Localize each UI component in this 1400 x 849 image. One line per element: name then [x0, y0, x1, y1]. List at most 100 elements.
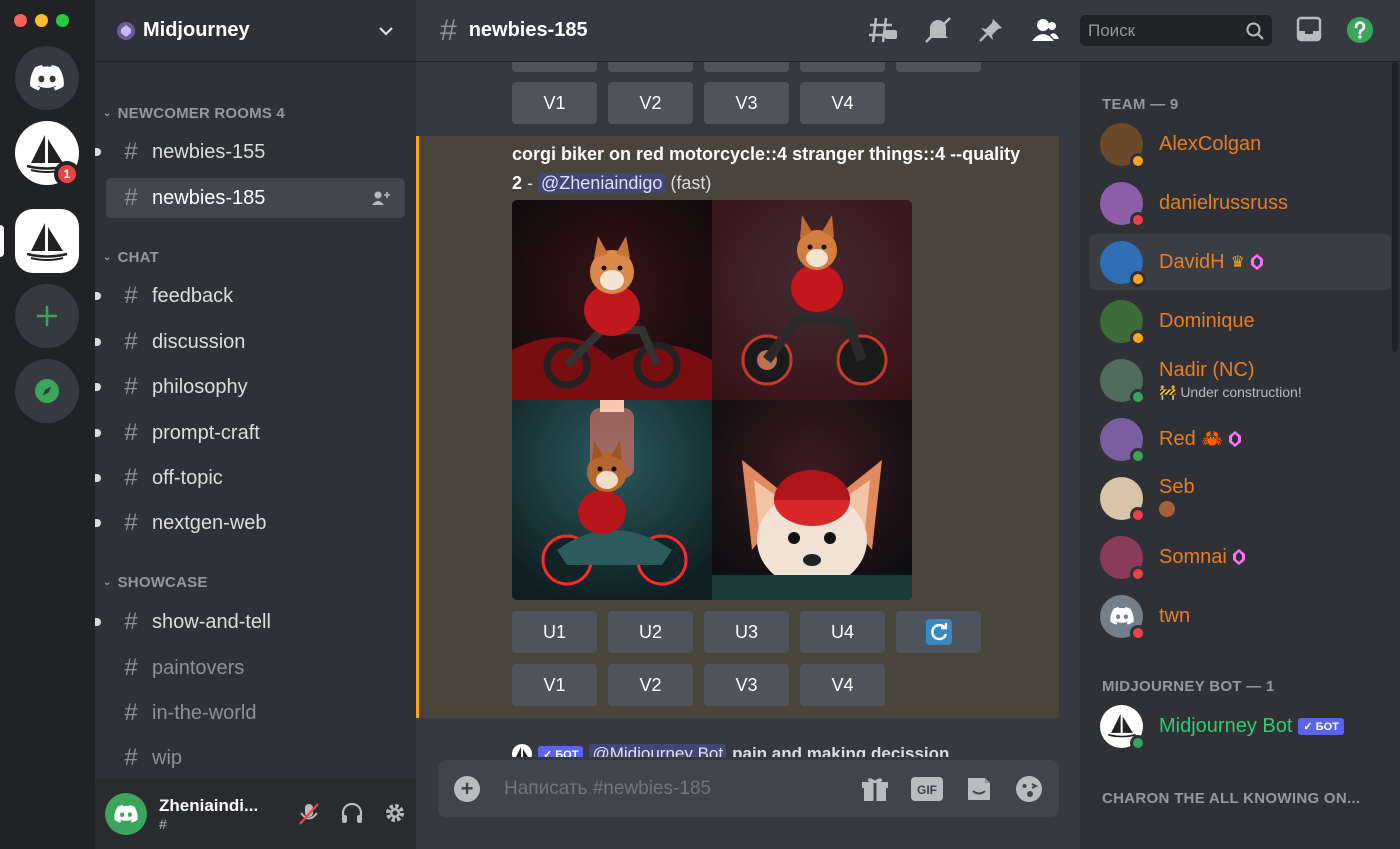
inbox-icon[interactable]: [1296, 16, 1322, 42]
channel-wip[interactable]: # wip: [106, 738, 405, 778]
thread-channel-icon: #: [124, 419, 138, 446]
attach-button[interactable]: +: [454, 775, 480, 802]
gear-icon[interactable]: [384, 802, 406, 824]
status-online-icon: [1130, 734, 1146, 751]
prev-button[interactable]: [800, 62, 885, 72]
header-toolbar: [868, 16, 1060, 44]
category-showcase[interactable]: ⌄ SHOWCASE: [103, 574, 208, 591]
category-newcomer-rooms[interactable]: ⌄ NEWCOMER ROOMS 4: [103, 105, 285, 122]
variation-button-2[interactable]: V2: [608, 82, 693, 124]
member-item[interactable]: danielrussruss: [1090, 175, 1391, 231]
help-icon[interactable]: [1346, 16, 1374, 44]
channel-paintovers[interactable]: # paintovers: [106, 648, 405, 688]
channel-show-and-tell[interactable]: # show-and-tell: [95, 602, 405, 642]
add-server-button[interactable]: [15, 284, 79, 348]
zoom-window-button[interactable]: [56, 14, 69, 27]
user-info[interactable]: Zheniaindi... #: [159, 796, 258, 832]
hash-icon: #: [124, 282, 138, 309]
close-window-button[interactable]: [14, 14, 27, 27]
variation-button-1[interactable]: V1: [512, 82, 597, 124]
member-item[interactable]: twn: [1090, 588, 1391, 644]
image-grid[interactable]: [512, 200, 912, 600]
generated-image-2[interactable]: [712, 200, 912, 400]
thread-channel-icon: #: [124, 184, 138, 211]
emoji-icon[interactable]: [1015, 775, 1043, 803]
channel-header: # newbies-185 Поиск: [416, 0, 1400, 62]
member-item[interactable]: Dominique: [1090, 293, 1391, 349]
message-composer[interactable]: + Написать #newbies-185 GIF: [438, 760, 1059, 817]
member-list-icon[interactable]: [1030, 17, 1060, 43]
sailboat-icon: [512, 744, 532, 757]
search-placeholder: Поиск: [1088, 20, 1136, 40]
custom-status: 🚧 Under construction!: [1159, 384, 1302, 400]
channel-discussion[interactable]: # discussion: [95, 322, 405, 362]
user-mention[interactable]: @Zheniaindigo: [538, 173, 666, 193]
variation-button-3[interactable]: V3: [704, 82, 789, 124]
gift-icon[interactable]: [861, 776, 889, 802]
message-input[interactable]: Написать #newbies-185: [504, 778, 861, 800]
upscale-button-2[interactable]: U2: [608, 611, 693, 653]
search-icon: [1246, 22, 1264, 40]
channel-off-topic[interactable]: # off-topic: [95, 458, 405, 498]
reroll-button[interactable]: [896, 611, 981, 653]
bot-mention[interactable]: @Midjourney Bot: [589, 744, 727, 757]
member-item[interactable]: Midjourney Bot ✓ БОТ: [1090, 698, 1391, 754]
channel-newbies-185[interactable]: # newbies-185: [106, 178, 405, 218]
generated-image-3[interactable]: [512, 400, 712, 600]
search-input[interactable]: Поиск: [1080, 15, 1272, 46]
member-item[interactable]: AlexColgan: [1090, 116, 1391, 172]
category-chat[interactable]: ⌄ CHAT: [103, 249, 159, 266]
generated-image-1[interactable]: [512, 200, 712, 400]
sticker-icon[interactable]: [965, 775, 993, 803]
home-button[interactable]: [15, 46, 79, 110]
variation-button-4[interactable]: V4: [800, 82, 885, 124]
explore-servers-button[interactable]: [15, 359, 79, 423]
muted-microphone-icon[interactable]: [298, 802, 320, 826]
member-name: danielrussruss: [1159, 191, 1288, 214]
member-item[interactable]: Nadir (NC) 🚧 Under construction!: [1090, 352, 1391, 408]
channel-philosophy[interactable]: # philosophy: [95, 367, 405, 407]
channel-newbies-155[interactable]: # newbies-155: [95, 132, 405, 172]
headphones-icon[interactable]: [340, 802, 364, 824]
next-message-preview: ✓ БОТ @Midjourney Bot pain and making de…: [512, 744, 949, 757]
avatar[interactable]: [105, 793, 147, 835]
variation-button-3[interactable]: V3: [704, 664, 789, 706]
message-content: corgi biker on red motorcycle::4 strange…: [512, 140, 1032, 198]
variation-button-2[interactable]: V2: [608, 664, 693, 706]
notification-bell-muted-icon[interactable]: [924, 16, 952, 44]
member-list-scrollbar[interactable]: [1392, 62, 1398, 352]
user-controls: [298, 802, 406, 826]
channel-feedback[interactable]: # feedback: [95, 276, 405, 316]
upscale-button-1[interactable]: U1: [512, 611, 597, 653]
channel-nextgen-web[interactable]: # nextgen-web: [95, 503, 405, 543]
prev-button[interactable]: [704, 62, 789, 72]
member-item[interactable]: Seb: [1090, 470, 1391, 526]
avatar: [1100, 122, 1146, 169]
channel-in-the-world[interactable]: # in-the-world: [106, 693, 405, 733]
member-item[interactable]: Somnai: [1090, 529, 1391, 585]
pin-icon[interactable]: [978, 17, 1004, 43]
minimize-window-button[interactable]: [35, 14, 48, 27]
variation-button-1[interactable]: V1: [512, 664, 597, 706]
generated-image-4[interactable]: [712, 400, 912, 600]
status-idle-icon: [1130, 329, 1146, 346]
prev-button[interactable]: [512, 62, 597, 72]
channel-prompt-craft[interactable]: # prompt-craft: [95, 413, 405, 453]
gif-icon[interactable]: GIF: [911, 776, 943, 801]
member-name: Dominique: [1159, 309, 1255, 332]
upscale-button-3[interactable]: U3: [704, 611, 789, 653]
member-item[interactable]: DavidH ♛: [1090, 234, 1391, 290]
prev-button[interactable]: [896, 62, 981, 72]
notification-badge: 1: [54, 161, 80, 187]
prev-button[interactable]: [608, 62, 693, 72]
server-midjourney-2[interactable]: [15, 209, 79, 273]
threads-icon[interactable]: [868, 16, 898, 44]
upscale-button-4[interactable]: U4: [800, 611, 885, 653]
bot-badge: ✓ БОТ: [1298, 717, 1344, 735]
invite-icon[interactable]: [371, 190, 391, 206]
server-header[interactable]: Midjourney: [95, 0, 416, 62]
upscale-buttons: U1 U2 U3 U4: [512, 611, 981, 653]
member-item[interactable]: Red 🦀: [1090, 411, 1391, 467]
variation-button-4[interactable]: V4: [800, 664, 885, 706]
status-dnd-icon: [1130, 506, 1146, 523]
